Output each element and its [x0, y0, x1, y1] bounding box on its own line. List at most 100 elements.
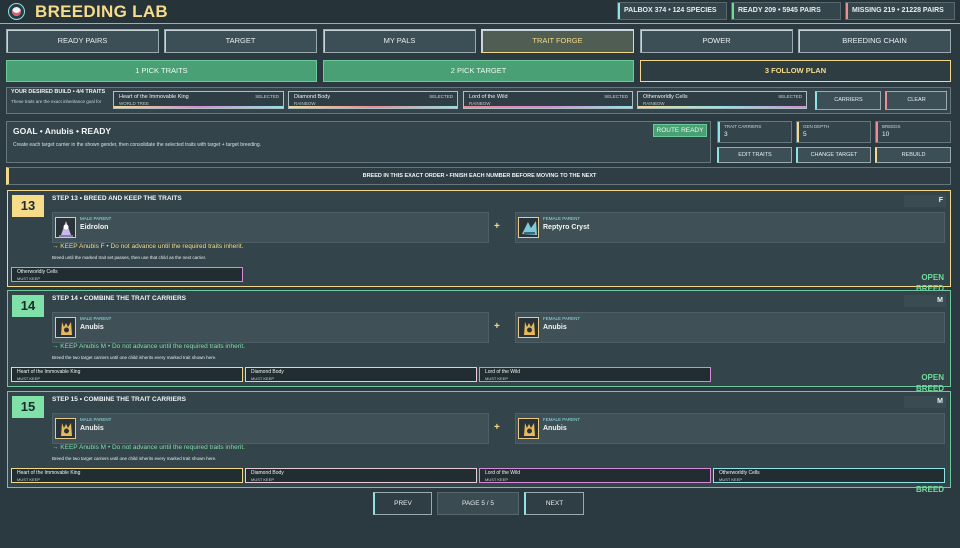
- female-parent-name: Anubis: [543, 425, 567, 432]
- metric-value: 5: [803, 131, 807, 138]
- stat-missing-text: MISSING 219 • 21228 PAIRS: [852, 7, 944, 14]
- trait-rarity-bar: [114, 106, 283, 108]
- carriers-button[interactable]: CARRIERS: [815, 91, 881, 110]
- tab-my-pals[interactable]: MY PALS: [323, 29, 476, 53]
- metric-value: 10: [882, 131, 890, 138]
- rebuild-button[interactable]: REBUILD: [875, 147, 951, 163]
- trait-keep-label: MUST KEEP: [485, 376, 509, 381]
- stat-accent: [732, 3, 734, 19]
- trait-name: Lord of the Wild: [485, 369, 521, 375]
- tab-trait-forge[interactable]: TRAIT FORGE: [481, 29, 634, 53]
- female-parent-name: Anubis: [543, 324, 567, 331]
- step-follow-plan[interactable]: 3 FOLLOW PLAN: [640, 60, 951, 82]
- pal-portrait-icon: [55, 317, 76, 338]
- male-parent-name: Eidrolon: [80, 224, 109, 231]
- trait-name: Heart of the Immovable King: [119, 94, 189, 100]
- tab-target[interactable]: TARGET: [164, 29, 317, 53]
- step-number-badge: 14: [12, 295, 44, 317]
- step-pick-target[interactable]: 2 PICK TARGET: [323, 60, 634, 82]
- step-title: STEP 13 • BREED AND KEEP THE TRAITS: [52, 195, 182, 202]
- trait-rarity-bar: [289, 106, 457, 108]
- tab-power[interactable]: POWER: [640, 29, 793, 53]
- step-pick-traits[interactable]: 1 PICK TRAITS: [6, 60, 317, 82]
- app-title: BREEDING LAB: [35, 2, 168, 21]
- selected-label: SELECTED: [255, 94, 279, 99]
- pal-portrait-icon: [55, 418, 76, 439]
- female-parent-slot[interactable]: FEMALE PARENT Reptyro Cryst: [515, 212, 945, 243]
- trait-keep-label: MUST KEEP: [251, 376, 275, 381]
- trait-keep-label: MUST KEEP: [17, 376, 41, 381]
- male-parent-slot[interactable]: MALE PARENT Anubis: [52, 312, 489, 343]
- selected-label: SELECTED: [429, 94, 453, 99]
- page-indicator: PAGE 5 / 5: [437, 492, 519, 515]
- metric-accent: [718, 122, 720, 142]
- gender-indicator: F: [904, 195, 946, 207]
- tab-breeding-chain[interactable]: BREEDING CHAIN: [798, 29, 951, 53]
- plus-icon: +: [494, 321, 500, 332]
- tab-ready-pairs[interactable]: READY PAIRS: [6, 29, 159, 53]
- female-parent-name: Reptyro Cryst: [543, 224, 590, 231]
- required-trait-chip: Otherworldly Cells MUST KEEP: [713, 468, 945, 483]
- order-banner: BREED IN THIS EXACT ORDER • FINISH EACH …: [6, 167, 951, 185]
- trait-name: Lord of the Wild: [485, 470, 521, 476]
- selected-label: SELECTED: [604, 94, 628, 99]
- trait-keep-label: MUST KEEP: [251, 477, 275, 482]
- stat-ready-text: READY 209 • 5945 PAIRS: [738, 7, 821, 14]
- trait-chip-diamond-body[interactable]: Diamond Body RAINBOW SELECTED: [288, 91, 458, 109]
- keep-instruction: → KEEP Anubis M • Do not advance until t…: [52, 343, 245, 350]
- required-trait-chip: Lord of the Wild MUST KEEP: [479, 367, 711, 382]
- keep-instruction: → KEEP Anubis M • Do not advance until t…: [52, 444, 245, 451]
- step-title: STEP 14 • COMBINE THE TRAIT CARRIERS: [52, 295, 186, 302]
- metric-trait-carriers: TRAIT CARRIERS 3: [717, 121, 792, 143]
- edit-traits-button[interactable]: EDIT TRAITS: [717, 147, 792, 163]
- clear-button[interactable]: CLEAR: [885, 91, 947, 110]
- keep-instruction: → KEEP Anubis F • Do not advance until t…: [52, 243, 244, 250]
- route-ready-badge: ROUTE READY: [653, 124, 707, 137]
- metric-breeds: BREEDS 10: [875, 121, 951, 143]
- selected-label: SELECTED: [778, 94, 802, 99]
- male-parent-slot[interactable]: MALE PARENT Anubis: [52, 413, 489, 444]
- stat-missing: MISSING 219 • 21228 PAIRS: [845, 2, 955, 20]
- step-number-badge: 13: [12, 195, 44, 217]
- female-parent-label: FEMALE PARENT: [543, 216, 581, 221]
- trait-name: Heart of the Immovable King: [17, 470, 81, 476]
- required-trait-chip: Heart of the Immovable King MUST KEEP: [11, 468, 243, 483]
- trait-rarity-bar: [638, 106, 806, 108]
- female-parent-slot[interactable]: FEMALE PARENT Anubis: [515, 413, 945, 444]
- metric-value: 3: [724, 131, 728, 138]
- metric-label: BREEDS: [882, 124, 901, 129]
- stat-palbox: PALBOX 374 • 124 SPECIES: [617, 2, 727, 20]
- goal-title: GOAL • Anubis • READY: [13, 126, 112, 136]
- male-parent-label: MALE PARENT: [80, 216, 112, 221]
- step-note: Breed the two target carriers until one …: [52, 355, 217, 360]
- pal-portrait-icon: [55, 217, 76, 238]
- prev-page-button[interactable]: PREV: [373, 492, 432, 515]
- metric-accent: [876, 122, 878, 142]
- step-note: Breed the two target carriers until one …: [52, 456, 217, 461]
- trait-keep-label: MUST KEEP: [485, 477, 509, 482]
- female-parent-slot[interactable]: FEMALE PARENT Anubis: [515, 312, 945, 343]
- male-parent-slot[interactable]: MALE PARENT Eidrolon: [52, 212, 489, 243]
- trait-chip-lord-of-the-wild[interactable]: Lord of the Wild RAINBOW SELECTED: [463, 91, 633, 109]
- required-trait-chip: Lord of the Wild MUST KEEP: [479, 468, 711, 483]
- step-title: STEP 15 • COMBINE THE TRAIT CARRIERS: [52, 396, 186, 403]
- next-page-button[interactable]: NEXT: [524, 492, 584, 515]
- trait-name: Otherworldly Cells: [643, 94, 688, 100]
- goal-description: Create each target carrier in the shown …: [13, 142, 262, 148]
- plan-step-card: 15 STEP 15 • COMBINE THE TRAIT CARRIERS …: [7, 391, 951, 494]
- stat-palbox-text: PALBOX 374 • 124 SPECIES: [624, 7, 717, 14]
- change-target-button[interactable]: CHANGE TARGET: [796, 147, 871, 163]
- trait-name: Diamond Body: [251, 369, 284, 375]
- trait-name: Diamond Body: [294, 94, 331, 100]
- trait-chip-heart-of-the-immovable-king[interactable]: Heart of the Immovable King WORLD TREE S…: [113, 91, 284, 109]
- trait-name: Lord of the Wild: [469, 94, 508, 100]
- trait-keep-label: MUST KEEP: [719, 477, 743, 482]
- plus-icon: +: [494, 422, 500, 433]
- plan-step-card: 13 STEP 13 • BREED AND KEEP THE TRAITS F…: [7, 190, 951, 293]
- metric-label: GEN DEPTH: [803, 124, 830, 129]
- trait-name: Diamond Body: [251, 470, 284, 476]
- trait-name: Heart of the Immovable King: [17, 369, 81, 375]
- step-note: Breed until the marked trait set passes,…: [52, 255, 207, 260]
- trait-chip-otherworldly-cells[interactable]: Otherworldly Cells RAINBOW SELECTED: [637, 91, 807, 109]
- male-parent-name: Anubis: [80, 324, 104, 331]
